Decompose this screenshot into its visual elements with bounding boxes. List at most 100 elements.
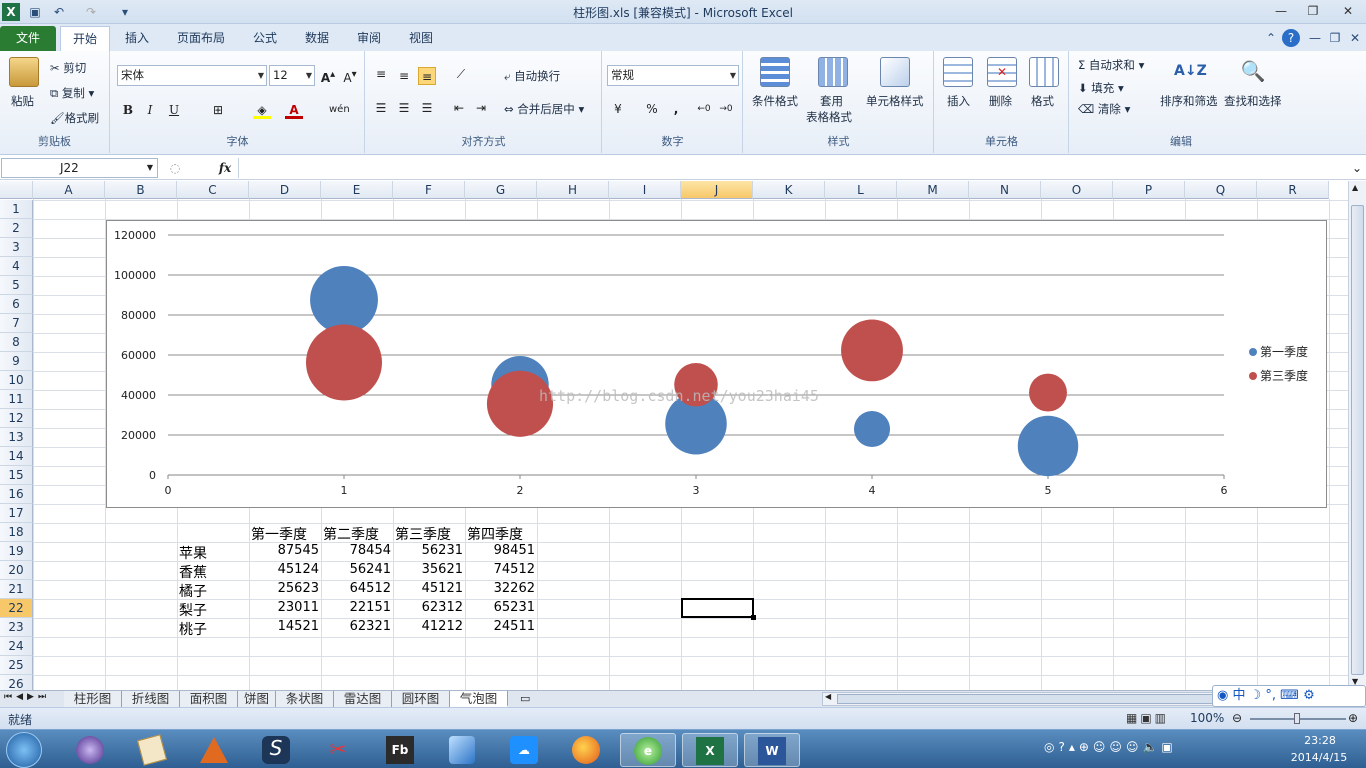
- bubble-series-1[interactable]: [853, 410, 891, 448]
- minimize-button[interactable]: —: [1268, 2, 1294, 20]
- virtualbox-icon[interactable]: [434, 733, 490, 767]
- phonetic-icon[interactable]: wén: [329, 101, 350, 119]
- row-header[interactable]: 2: [0, 219, 33, 238]
- find-select-button[interactable]: 查找和选择: [1224, 93, 1282, 109]
- legend-label[interactable]: 第一季度: [1260, 344, 1308, 359]
- row-header[interactable]: 19: [0, 542, 33, 561]
- table-value-cell[interactable]: 78454: [321, 543, 391, 558]
- copy-button[interactable]: ⧉ 复制 ▾: [50, 85, 94, 101]
- zoom-in-icon[interactable]: ⊕: [1348, 711, 1358, 725]
- font-size-combo[interactable]: 12 ▼: [269, 65, 315, 86]
- bubble-series-2[interactable]: [841, 319, 903, 382]
- scroll-thumb[interactable]: [1351, 205, 1364, 675]
- column-header[interactable]: P: [1113, 181, 1185, 199]
- name-box[interactable]: J22 ▼: [1, 158, 158, 178]
- conditional-format-icon[interactable]: [760, 57, 790, 87]
- delete-cells-button[interactable]: 删除: [989, 93, 1012, 109]
- table-row-label[interactable]: 香蕉: [179, 562, 207, 582]
- table-row-label[interactable]: 梨子: [179, 600, 207, 620]
- column-header[interactable]: G: [465, 181, 537, 199]
- row-header[interactable]: 24: [0, 637, 33, 656]
- conditional-format-button[interactable]: 条件格式: [752, 93, 798, 109]
- row-header[interactable]: 10: [0, 371, 33, 390]
- row-header[interactable]: 8: [0, 333, 33, 352]
- align-left-icon[interactable]: ☰: [372, 99, 390, 117]
- format-cells-icon[interactable]: [1029, 57, 1059, 87]
- cloud-drive-icon[interactable]: ☁: [496, 733, 552, 767]
- autosum-button[interactable]: Σ 自动求和 ▾: [1078, 57, 1144, 73]
- column-header[interactable]: O: [1041, 181, 1113, 199]
- sheet-tab[interactable]: 气泡图: [450, 691, 508, 707]
- minimize-workbook-icon[interactable]: —: [1306, 29, 1324, 47]
- row-header[interactable]: 17: [0, 504, 33, 523]
- clear-button[interactable]: ⌫ 清除 ▾: [1078, 101, 1130, 117]
- table-value-cell[interactable]: 56231: [393, 543, 463, 558]
- currency-icon[interactable]: ¥: [609, 100, 627, 118]
- column-header[interactable]: H: [537, 181, 609, 199]
- sublime-icon[interactable]: S: [248, 733, 304, 767]
- table-value-cell[interactable]: 35621: [393, 562, 463, 577]
- row-header[interactable]: 13: [0, 428, 33, 447]
- paste-button[interactable]: 粘贴: [11, 93, 34, 109]
- sheet-tab[interactable]: 条状图: [276, 691, 334, 707]
- table-value-cell[interactable]: 87545: [249, 543, 319, 558]
- tab-home[interactable]: 开始: [60, 26, 110, 51]
- matlab-icon[interactable]: [186, 733, 242, 767]
- column-header[interactable]: C: [177, 181, 249, 199]
- minimize-ribbon-icon[interactable]: ⌃: [1262, 29, 1280, 47]
- align-center-icon[interactable]: ☰: [395, 99, 413, 117]
- underline-button[interactable]: U: [165, 101, 183, 119]
- ie-browser-icon[interactable]: e: [620, 733, 676, 767]
- new-sheet-icon[interactable]: ▭: [520, 692, 530, 705]
- grow-font-icon[interactable]: A▴: [319, 66, 337, 85]
- eclipse-icon[interactable]: [62, 733, 118, 767]
- row-header[interactable]: 23: [0, 618, 33, 637]
- table-value-cell[interactable]: 64512: [321, 581, 391, 596]
- row-header[interactable]: 12: [0, 409, 33, 428]
- column-header[interactable]: A: [33, 181, 105, 199]
- sort-filter-icon[interactable]: A↓Z: [1174, 57, 1207, 87]
- table-value-cell[interactable]: 98451: [465, 543, 535, 558]
- ime-toolbar[interactable]: ◉ 中 ☽ °, ⌨ ⚙: [1212, 685, 1366, 707]
- align-right-icon[interactable]: ☰: [418, 99, 436, 117]
- insert-cells-button[interactable]: 插入: [947, 93, 970, 109]
- binoculars-icon[interactable]: 🔍: [1238, 57, 1268, 87]
- table-value-cell[interactable]: 32262: [465, 581, 535, 596]
- column-header[interactable]: M: [897, 181, 969, 199]
- bubble-series-2[interactable]: [306, 324, 382, 401]
- increase-decimal-icon[interactable]: ←0: [695, 100, 713, 118]
- tab-insert[interactable]: 插入: [114, 26, 160, 51]
- comma-button[interactable]: ,: [667, 100, 685, 118]
- table-value-cell[interactable]: 56241: [321, 562, 391, 577]
- row-header[interactable]: 22: [0, 599, 33, 618]
- column-header[interactable]: N: [969, 181, 1041, 199]
- close-workbook-icon[interactable]: ✕: [1346, 29, 1364, 47]
- flash-builder-icon[interactable]: Fb: [372, 733, 428, 767]
- sheet-tab[interactable]: 面积图: [180, 691, 238, 707]
- restore-button[interactable]: ❐: [1300, 2, 1326, 20]
- font-color-icon[interactable]: A: [285, 101, 303, 119]
- table-value-cell[interactable]: 45124: [249, 562, 319, 577]
- sheet-tab[interactable]: 折线图: [122, 691, 180, 707]
- row-header[interactable]: 6: [0, 295, 33, 314]
- font-name-combo[interactable]: 宋体 ▼: [117, 65, 267, 86]
- restore-workbook-icon[interactable]: ❐: [1326, 29, 1344, 47]
- bold-button[interactable]: B: [119, 101, 137, 119]
- number-format-combo[interactable]: 常规 ▼: [607, 65, 739, 86]
- fill-color-icon[interactable]: ◈: [253, 101, 271, 119]
- format-painter-button[interactable]: 🖌格式刷: [50, 110, 99, 126]
- align-middle-icon[interactable]: ≡: [395, 67, 413, 85]
- insert-function-icon[interactable]: fx: [216, 159, 234, 177]
- decrease-indent-icon[interactable]: ⇤: [450, 99, 468, 117]
- firefox-icon[interactable]: [558, 733, 614, 767]
- table-value-cell[interactable]: 74512: [465, 562, 535, 577]
- sheet-tab[interactable]: 柱形图: [64, 691, 122, 707]
- row-header[interactable]: 26: [0, 675, 33, 690]
- paste-icon[interactable]: [9, 57, 39, 87]
- tab-page-layout[interactable]: 页面布局: [168, 26, 234, 51]
- legend-label[interactable]: 第三季度: [1260, 368, 1308, 383]
- view-buttons[interactable]: ▦▣▥: [1126, 711, 1169, 725]
- row-header[interactable]: 20: [0, 561, 33, 580]
- table-value-cell[interactable]: 62321: [321, 619, 391, 634]
- vertical-scrollbar[interactable]: ▲ ▼: [1348, 181, 1366, 690]
